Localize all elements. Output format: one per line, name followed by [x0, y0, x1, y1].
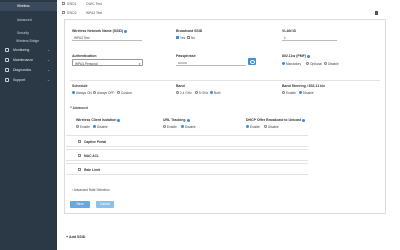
section-title: MAC ACL	[84, 154, 100, 158]
ssid-select-checkbox[interactable]	[62, 10, 65, 14]
band-5ghz-radio[interactable]: 5 GHz	[195, 91, 208, 95]
ssid-id: SSID2	[67, 10, 77, 15]
chevron-down-icon: ⌄	[47, 47, 50, 52]
sidebar-item-label: Wireless	[17, 4, 30, 8]
band-steering-label: Band Steering / 802.11 k/v	[282, 84, 325, 88]
schedule-always-off-radio[interactable]: Always OFF	[93, 91, 114, 95]
sidebar-item-maintenance[interactable]: Maintenance ⌄	[0, 55, 57, 65]
sidebar-item-monitoring[interactable]: Monitoring ⌄	[0, 45, 57, 55]
info-icon[interactable]	[117, 118, 121, 122]
passphrase-label: Passphrase	[176, 54, 196, 58]
section-title: Captive Portal	[84, 140, 107, 144]
wrench-icon	[5, 58, 9, 62]
urltrack-disable-radio[interactable]: Disable	[181, 125, 196, 129]
band-both-radio[interactable]: Both	[210, 91, 221, 95]
sidebar-item-label: Maintenance	[13, 58, 34, 62]
client-isolation-label: Wireless Client Isolation	[76, 118, 121, 122]
broadcast-ssid-label: Broadcast SSID	[176, 29, 203, 33]
divider	[70, 80, 380, 81]
sidebar-item-diagnostics[interactable]: Diagnostics ⌄	[0, 65, 57, 75]
captive-portal-checkbox[interactable]	[78, 140, 81, 143]
mac-acl-section[interactable]: MAC ACL	[66, 149, 308, 161]
passphrase-input[interactable]: ••••••••	[176, 59, 246, 66]
sidebar-item-label: Security	[17, 31, 29, 35]
dhcp-enable-radio[interactable]: Enable	[246, 125, 260, 129]
chevron-down-icon: ▾	[138, 61, 141, 66]
isolation-enable-radio[interactable]: Enable	[76, 125, 90, 129]
sidebar-item-wireless[interactable]: Wireless	[0, 2, 57, 11]
schedule-label: Schedule	[72, 84, 88, 88]
authentication-label: Authentication	[72, 54, 97, 58]
plus-icon: +	[66, 235, 69, 239]
pmf-disable-radio[interactable]: Disable	[324, 62, 339, 66]
monitor-icon	[5, 48, 9, 52]
pmf-mandatory-radio[interactable]: Mandatory	[282, 62, 301, 66]
cancel-button[interactable]: Cancel	[96, 201, 114, 208]
section-title: Rate Limit	[84, 168, 100, 172]
pmf-label: 802.11w (PMF)	[282, 54, 310, 58]
info-icon[interactable]	[124, 29, 128, 33]
sidebar: Wireless Advanced Security Wireless Brid…	[0, 0, 57, 250]
chevron-up-icon: ^	[70, 106, 72, 110]
ssid-id: SSID1	[67, 1, 77, 6]
save-button[interactable]: Save	[70, 201, 90, 208]
chevron-down-icon: ⌄	[47, 77, 50, 82]
steering-disable-radio[interactable]: Disable	[299, 91, 314, 95]
sidebar-item-advanced[interactable]: Advanced	[0, 16, 57, 25]
ssid-name: CWIC Test	[86, 1, 102, 6]
advanced-toggle[interactable]: ^ Advanced	[70, 106, 88, 110]
band-24ghz-radio[interactable]: 2.4 GHz	[176, 91, 192, 95]
info-icon[interactable]	[302, 118, 306, 122]
diagnostics-icon	[5, 68, 9, 72]
broadcast-no-radio[interactable]: No	[187, 36, 195, 40]
trash-icon[interactable]	[375, 11, 378, 15]
ssid-name-label: Wireless Network Name (SSID)	[72, 29, 128, 33]
ssid-name-input[interactable]: WPA3 Test	[72, 34, 142, 41]
info-icon[interactable]	[186, 118, 190, 122]
support-icon	[5, 78, 9, 82]
sidebar-item-label: Wireless Bridge	[16, 39, 40, 43]
ssid-row-2[interactable]: SSID2 WPA3 Test	[62, 10, 383, 16]
sidebar-item-label: Support	[13, 78, 26, 82]
rate-limit-section[interactable]: Rate Limit	[66, 163, 308, 175]
advanced-rate-selection-toggle[interactable]: › Advanced Rate Selection	[72, 188, 110, 192]
authentication-select[interactable]: WPA3-Personal ▾	[72, 59, 143, 66]
add-ssid-button[interactable]: + Add SSID	[66, 235, 85, 239]
chevron-down-icon: ⌄	[47, 57, 50, 62]
ssid-settings-panel	[64, 19, 386, 214]
vlan-id-label: VLAN ID	[282, 29, 296, 33]
dhcp-disable-radio[interactable]: Disable	[264, 125, 279, 129]
captive-portal-section[interactable]: Captive Portal	[66, 135, 308, 147]
mac-acl-checkbox[interactable]	[78, 154, 81, 157]
sidebar-item-label: Advanced	[17, 18, 32, 22]
urltrack-enable-radio[interactable]: Enable	[163, 125, 177, 129]
rate-limit-checkbox[interactable]	[78, 168, 81, 171]
show-password-button[interactable]	[248, 58, 256, 65]
pmf-optional-radio[interactable]: Optional	[306, 62, 322, 66]
ssid-row-1[interactable]: SSID1 CWIC Test	[62, 1, 383, 7]
schedule-custom-radio[interactable]: Custom	[117, 91, 132, 95]
sidebar-item-label: Diagnostics	[13, 68, 32, 72]
steering-enable-radio[interactable]: Enable	[282, 91, 296, 95]
ssid-select-checkbox[interactable]	[62, 1, 65, 5]
sidebar-item-label: Monitoring	[13, 48, 30, 52]
dhcp-broadcast-label: DHCP Offer Broadcast to Unicast	[246, 118, 306, 122]
vlan-id-input[interactable]: 1	[282, 34, 337, 41]
info-icon[interactable]	[306, 54, 310, 58]
band-label: Band	[176, 84, 185, 88]
chevron-down-icon: ⌄	[47, 67, 50, 72]
schedule-always-on-radio[interactable]: Always ON	[72, 91, 92, 95]
url-tracking-label: URL Tracking	[163, 118, 190, 122]
sidebar-item-support[interactable]: Support ⌄	[0, 75, 57, 85]
ssid-name: WPA3 Test	[86, 10, 103, 15]
broadcast-yes-radio[interactable]: Yes	[176, 36, 185, 40]
isolation-disable-radio[interactable]: Disable	[93, 125, 108, 129]
